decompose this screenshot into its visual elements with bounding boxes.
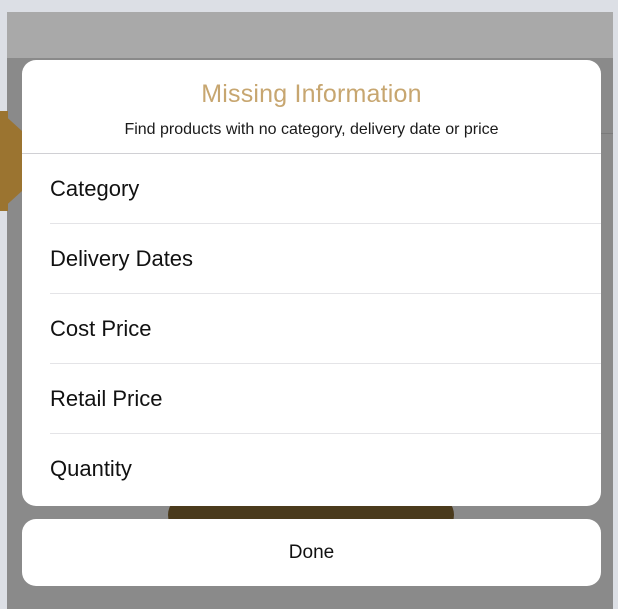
missing-information-sheet: Missing Information Find products with n… — [22, 60, 601, 506]
option-retail-price[interactable]: Retail Price — [22, 364, 601, 434]
dimmed-header — [7, 12, 613, 58]
option-label: Delivery Dates — [50, 246, 194, 271]
option-category[interactable]: Category — [22, 154, 601, 224]
option-label: Retail Price — [50, 386, 163, 411]
option-quantity[interactable]: Quantity — [22, 434, 601, 504]
option-label: Quantity — [50, 456, 132, 481]
option-cost-price[interactable]: Cost Price — [22, 294, 601, 364]
option-label: Cost Price — [50, 316, 152, 341]
sheet-title: Missing Information — [201, 80, 422, 108]
done-button[interactable]: Done — [22, 519, 601, 586]
option-delivery-dates[interactable]: Delivery Dates — [22, 224, 601, 294]
sheet-subtitle: Find products with no category, delivery… — [124, 121, 499, 138]
option-label: Category — [50, 176, 140, 201]
sheet-header: Missing Information Find products with n… — [22, 60, 601, 154]
